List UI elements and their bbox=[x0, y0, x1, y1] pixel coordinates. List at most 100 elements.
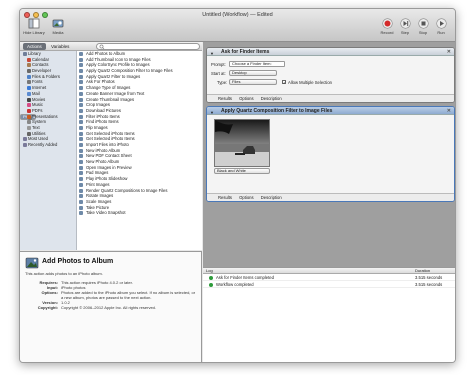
description-value: Photos are added to the iPhoto album you… bbox=[61, 290, 196, 300]
library-item-label: Presentations bbox=[32, 113, 58, 119]
search-input[interactable] bbox=[96, 43, 200, 50]
run-label: Run bbox=[437, 30, 445, 35]
prompt-label: Prompt: bbox=[211, 62, 226, 67]
photo-action-icon bbox=[79, 171, 83, 176]
description-value: Copyright © 2006–2012 Apple Inc. All rig… bbox=[61, 305, 157, 310]
photo-action-icon bbox=[79, 143, 83, 147]
description-row: Options: Photos are added to the iPhoto a… bbox=[25, 290, 197, 300]
action-list-item[interactable]: Take Video Snapshot bbox=[77, 210, 202, 216]
action-header: ▼ Apply Quartz Composition Filter to Ima… bbox=[207, 107, 454, 115]
action-list-label: Take Video Snapshot bbox=[86, 210, 126, 216]
library-item[interactable]: Recently Added bbox=[20, 142, 76, 148]
title-bar: Untitled (Workflow) — Edited Hide Librar… bbox=[20, 9, 455, 42]
description-title: Add Photos to Album bbox=[42, 258, 114, 265]
photo-action-icon bbox=[79, 154, 83, 159]
category-icon bbox=[27, 57, 31, 62]
photo-action-icon bbox=[79, 74, 83, 79]
library-item-label: Files & Folders bbox=[32, 73, 60, 79]
actions-list: Add Photos to Album Add Thumbnail Icon to… bbox=[77, 51, 202, 250]
log-message: Ask for Finder Items completed bbox=[216, 275, 274, 280]
action-header: ▼ Ask for Finder Items ✕ bbox=[207, 48, 454, 56]
action-list-label: Pad Images bbox=[86, 170, 109, 176]
type-select[interactable]: Files bbox=[229, 79, 277, 85]
library-item-label: Developer bbox=[32, 68, 52, 74]
multiple-selection-label: Allow Multiple Selection bbox=[288, 80, 332, 85]
category-icon bbox=[27, 97, 31, 102]
category-icon bbox=[27, 91, 31, 96]
action-list-label: Flip Images bbox=[86, 124, 108, 130]
library-item-label: Internet bbox=[32, 85, 47, 91]
photo-action-icon bbox=[79, 91, 83, 96]
category-icon bbox=[27, 86, 31, 91]
photo-action-icon bbox=[79, 120, 83, 125]
category-icon bbox=[27, 69, 31, 74]
description-panel: Add Photos to Album This action adds pho… bbox=[20, 251, 202, 362]
action-footer: Results Options Description bbox=[207, 193, 454, 201]
multiple-selection-checkbox[interactable]: ✓ bbox=[282, 80, 286, 85]
action-list-label: Create Thumbnail Images bbox=[86, 96, 135, 102]
type-label: Type: bbox=[217, 80, 228, 85]
hide-library-button[interactable]: Hide Library bbox=[23, 18, 45, 35]
close-action-icon[interactable]: ✕ bbox=[447, 107, 451, 115]
options-tab[interactable]: Options bbox=[239, 96, 253, 101]
category-icon bbox=[27, 74, 31, 79]
disclosure-triangle-icon[interactable]: ▼ bbox=[210, 50, 214, 58]
action-apply-quartz-filter[interactable]: ▼ Apply Quartz Composition Filter to Ima… bbox=[206, 106, 455, 202]
action-list-label: Add Photos to Album bbox=[86, 51, 126, 56]
start-at-select[interactable]: Desktop bbox=[229, 70, 277, 76]
description-rows: Requires: This action requires iPhoto 4.0… bbox=[25, 280, 197, 310]
action-list-label: Take Picture bbox=[86, 204, 110, 210]
tab-actions[interactable]: Actions bbox=[23, 43, 46, 50]
filter-select[interactable]: Black and White bbox=[214, 168, 270, 174]
library-item-label: Mail bbox=[32, 90, 40, 96]
results-tab[interactable]: Results bbox=[218, 96, 232, 101]
automator-window: Untitled (Workflow) — Edited Hide Librar… bbox=[19, 8, 456, 363]
library-item-label: Calendar bbox=[32, 56, 49, 62]
photo-action-icon bbox=[79, 57, 83, 62]
run-button[interactable]: Run bbox=[430, 18, 452, 35]
filter-preview-image bbox=[214, 119, 270, 167]
photo-action-icon bbox=[79, 103, 83, 108]
photo-action-icon bbox=[79, 52, 83, 56]
action-list-label: Render Quartz Compositions to Image File… bbox=[86, 187, 168, 193]
action-ask-for-finder-items[interactable]: ▼ Ask for Finder Items ✕ Prompt: Choose … bbox=[206, 47, 455, 103]
action-list-label: New iPhoto Album bbox=[86, 147, 121, 153]
category-icon bbox=[27, 131, 31, 136]
action-list-label: Find iPhoto Items bbox=[86, 119, 119, 125]
library-item-label: Text bbox=[32, 124, 40, 130]
library-item-label: Movies bbox=[32, 96, 46, 102]
media-button[interactable]: Media bbox=[47, 18, 69, 35]
close-action-icon[interactable]: ✕ bbox=[447, 48, 451, 56]
description-key: Copyright: bbox=[37, 305, 58, 310]
completed-check-icon bbox=[209, 275, 213, 280]
description-key: Options: bbox=[41, 290, 58, 295]
action-title: Ask for Finder Items bbox=[221, 49, 270, 55]
prompt-field[interactable]: Choose a Finder Item: bbox=[229, 61, 285, 67]
description-subtitle: This action adds photos to an iPhoto alb… bbox=[25, 271, 103, 276]
log-row[interactable]: Ask for Finder Items completed 3.515 seco… bbox=[203, 274, 455, 281]
action-list-label: Create Banner Image from Text bbox=[86, 90, 145, 96]
description-tab[interactable]: Description bbox=[261, 195, 282, 200]
category-icon bbox=[23, 52, 27, 56]
photo-action-icon bbox=[79, 80, 83, 85]
photo-action-icon bbox=[79, 114, 83, 119]
description-tab[interactable]: Description bbox=[261, 96, 282, 101]
log-row[interactable]: Workflow completed 3.515 seconds bbox=[203, 281, 455, 288]
workflow-area: ▼ Ask for Finder Items ✕ Prompt: Choose … bbox=[203, 42, 455, 267]
action-list-label: Rotate Images bbox=[86, 193, 114, 199]
action-list-label: Open Images in Preview bbox=[86, 164, 132, 170]
tab-variables[interactable]: Variables bbox=[47, 43, 73, 50]
photo-action-icon bbox=[79, 205, 83, 210]
library-tabs: Actions Variables bbox=[20, 42, 202, 51]
results-tab[interactable]: Results bbox=[218, 195, 232, 200]
disclosure-triangle-icon[interactable]: ▼ bbox=[210, 109, 214, 117]
options-tab[interactable]: Options bbox=[239, 195, 253, 200]
start-at-value: Desktop bbox=[232, 70, 247, 75]
category-icon bbox=[27, 103, 31, 108]
action-list-label: Ask For Photos bbox=[86, 79, 115, 85]
category-icon bbox=[27, 108, 31, 113]
category-icon bbox=[23, 137, 27, 142]
photo-action-icon bbox=[79, 148, 83, 153]
photo-action-icon bbox=[79, 199, 83, 204]
library-item-label: Most Used bbox=[28, 136, 49, 142]
